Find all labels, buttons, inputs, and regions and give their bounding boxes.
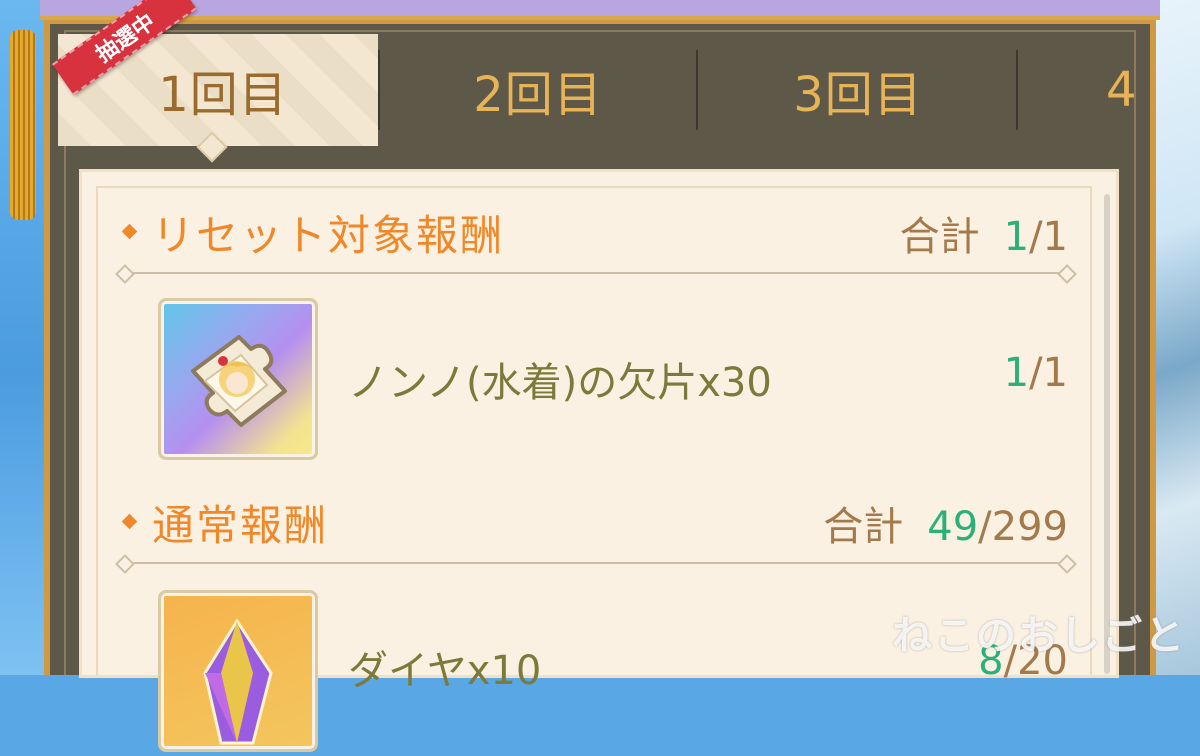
tab-label: 2回目 bbox=[473, 67, 603, 123]
total-label: 合計 bbox=[823, 504, 904, 550]
tab-label: 4 bbox=[1106, 62, 1138, 118]
total-max: /299 bbox=[978, 504, 1068, 550]
item-name: ノンノ(水着)の欠片x30 bbox=[348, 360, 772, 406]
section-divider bbox=[124, 562, 1068, 564]
section-total: 合計 1/1 bbox=[900, 204, 1068, 262]
diamond-icon[interactable] bbox=[158, 590, 318, 752]
tab-round-3[interactable]: 3回目 bbox=[698, 34, 1018, 146]
total-current: 1 bbox=[1003, 214, 1030, 260]
section-title: 通常報酬 bbox=[152, 501, 329, 550]
section-divider bbox=[124, 272, 1068, 274]
item-name: ダイヤx10 bbox=[348, 648, 542, 694]
total-label: 合計 bbox=[899, 214, 980, 260]
section-header-reset-rewards: リセット対象報酬 合計 1/1 bbox=[121, 202, 1068, 262]
total-max: /1 bbox=[1029, 214, 1068, 260]
tab-label: 1回目 bbox=[158, 67, 288, 123]
round-tabs: 1回目 2回目 3回目 4 抽選中 bbox=[52, 0, 1140, 152]
tab-round-4[interactable]: 4 bbox=[1018, 34, 1140, 146]
puzzle-piece-icon[interactable] bbox=[158, 298, 318, 460]
section-header-normal-rewards: 通常報酬 合計 49/299 bbox=[121, 492, 1068, 552]
diamond-bullet-icon bbox=[121, 223, 138, 240]
item-count-max: /1 bbox=[1029, 350, 1068, 396]
item-count: 1/1 bbox=[1004, 350, 1068, 396]
tab-round-2[interactable]: 2回目 bbox=[378, 34, 698, 146]
reward-row: ノンノ(水着)の欠片x30 1/1 bbox=[158, 298, 1068, 464]
tassel-decoration bbox=[10, 30, 36, 220]
total-current: 49 bbox=[927, 504, 979, 550]
section-title: リセット対象報酬 bbox=[152, 211, 505, 260]
diamond-bullet-icon bbox=[121, 513, 138, 530]
scrollbar[interactable] bbox=[1104, 194, 1110, 674]
item-count-current: 1 bbox=[1003, 350, 1030, 396]
top-banner bbox=[40, 0, 1160, 20]
section-total: 合計 49/299 bbox=[823, 494, 1068, 552]
tab-label: 3回目 bbox=[793, 67, 923, 123]
reward-list-panel: リセット対象報酬 合計 1/1 ノンノ(水着)の欠片x30 1/1 通常報酬 合計… bbox=[82, 172, 1116, 752]
watermark-text: ねこのおしごと bbox=[892, 613, 1186, 659]
